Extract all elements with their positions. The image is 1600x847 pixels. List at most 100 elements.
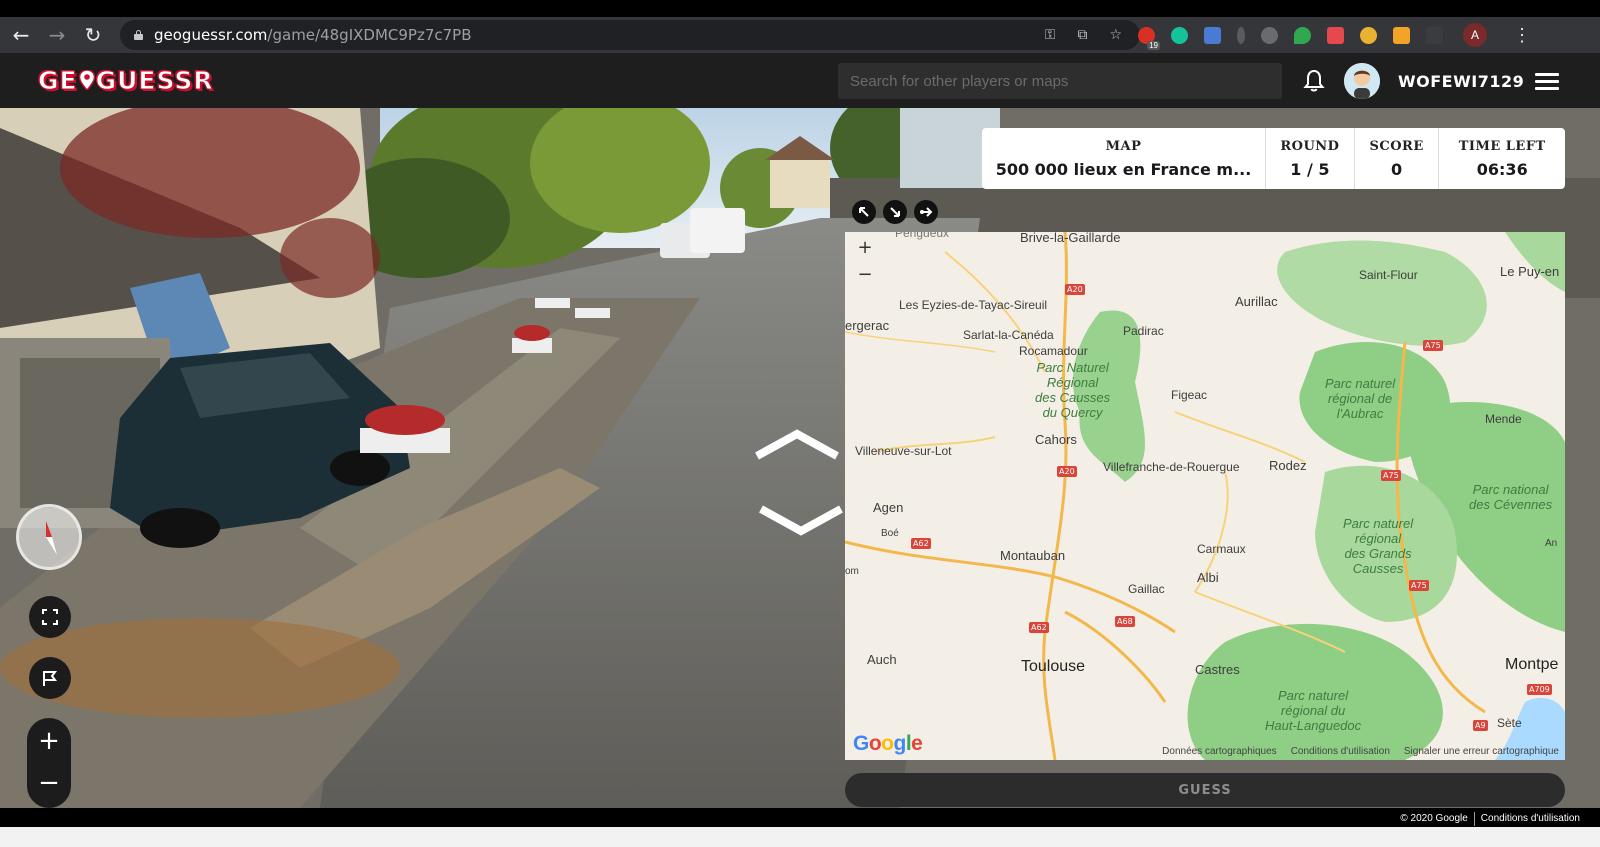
park-label-grands-causses: Parc naturel régional des Grands Causses (1343, 516, 1413, 576)
flag-icon (43, 671, 57, 686)
url-path: /game/48gIXDMC9Pz7c7PB (267, 26, 472, 44)
map-label-villefranche: Villefranche-de-Rouergue (1103, 460, 1240, 474)
bell-icon[interactable] (1303, 69, 1325, 93)
map-label-saint-flour: Saint-Flour (1359, 268, 1418, 282)
map-label-padirac: Padirac (1123, 324, 1164, 338)
zoom-out-button[interactable]: − (27, 768, 71, 798)
extension-pink-icon[interactable] (1327, 26, 1344, 44)
park-line: régional de (1327, 391, 1393, 406)
road-sign-a20: A20 (1057, 466, 1077, 477)
map-report-link[interactable]: Signaler une erreur cartographique (1404, 746, 1559, 757)
map-label-figeac: Figeac (1171, 388, 1208, 402)
park-line: l'Aubrac (1336, 406, 1384, 421)
move-back-arrow[interactable] (756, 503, 846, 537)
fullscreen-icon (42, 609, 58, 625)
logo-pin-icon (78, 70, 95, 90)
map-label-auch: Auch (867, 652, 897, 667)
score-label: SCORE (1369, 138, 1424, 154)
user-avatar[interactable] (1344, 63, 1380, 99)
username[interactable]: WOFEWI7129 (1398, 72, 1524, 91)
park-line: des Causses (1035, 390, 1111, 405)
key-icon[interactable]: ⚿ (1045, 27, 1056, 43)
map-zoom-out-button[interactable]: − (855, 265, 875, 285)
park-line: du Quercy (1042, 405, 1103, 420)
map-zoom-in-button[interactable]: + (855, 238, 875, 258)
geoguessr-logo[interactable]: GE GUESSR (38, 64, 214, 96)
map-label-le-puy: Le Puy-en (1500, 264, 1560, 279)
terms-link[interactable]: Conditions d'utilisation (1473, 812, 1586, 826)
map-label-cahors: Cahors (1035, 432, 1077, 447)
bottom-strip (0, 827, 1600, 847)
extension-yellow-icon[interactable] (1360, 26, 1377, 44)
guess-map[interactable]: + − Périgueux Brive-la-Gaillarde Saint-F… (845, 232, 1565, 760)
extension-gray2-icon[interactable] (1261, 26, 1278, 44)
round-stat: ROUND 1 / 5 (1265, 128, 1354, 189)
map-label-castres: Castres (1195, 662, 1240, 677)
google-letter: g (893, 732, 907, 755)
extensions-row: 19 A ⋮ (1138, 20, 1531, 50)
zoom-in-button[interactable]: + (27, 726, 71, 756)
translate-icon[interactable]: ⧉ (1077, 27, 1087, 43)
google-letter: e (911, 732, 923, 755)
google-letter: o (868, 732, 882, 755)
map-label-aurillac: Aurillac (1235, 294, 1278, 309)
arrow-up-left-icon (859, 207, 869, 217)
map-label-albi: Albi (1197, 570, 1219, 585)
map-value: 500 000 lieux en France m... (995, 159, 1252, 179)
compass-needle-icon (46, 521, 57, 555)
park-line: Parc national (1472, 482, 1549, 497)
search-input[interactable] (838, 63, 1282, 99)
extension-green-icon[interactable] (1294, 26, 1311, 44)
extension-dark-icon[interactable] (1426, 26, 1443, 44)
park-line: Parc naturel (1278, 688, 1349, 703)
time-value: 06:36 (1476, 159, 1528, 179)
grammarly-icon[interactable] (1171, 26, 1188, 44)
map-shrink-button[interactable] (883, 200, 907, 224)
extension-red-icon[interactable]: 19 (1138, 26, 1160, 50)
map-enlarge-button[interactable] (852, 200, 876, 224)
hamburger-menu-icon[interactable] (1535, 73, 1559, 91)
compass[interactable] (16, 504, 82, 570)
map-label-carmaux: Carmaux (1197, 542, 1246, 556)
map-label-rocamadour: Rocamadour (1019, 344, 1088, 358)
road-sign-a75: A75 (1423, 340, 1443, 351)
thumbs-up-icon[interactable] (1393, 26, 1410, 44)
back-icon[interactable]: ← (6, 20, 36, 50)
map-label-om: om (845, 566, 859, 577)
google-letter: G (853, 732, 869, 755)
address-bar[interactable]: geoguessr.com/game/48gIXDMC9Pz7c7PB ⚿ ⧉ … (120, 20, 1140, 50)
map-pin-button[interactable] (914, 200, 938, 224)
guess-button[interactable]: GUESS (845, 773, 1565, 807)
park-label-cevennes: Parc national des Cévennes (1469, 482, 1552, 512)
map-label-villeneuve: Villeneuve-sur-Lot (855, 444, 952, 458)
map-terms-link[interactable]: Conditions d'utilisation (1291, 746, 1390, 757)
map-label-sete: Sète (1497, 716, 1522, 730)
google-logo: Google (853, 732, 923, 756)
time-label: TIME LEFT (1458, 138, 1546, 154)
fullscreen-button[interactable] (29, 596, 71, 638)
park-line: Haut-Languedoc (1265, 718, 1362, 733)
reload-icon[interactable]: ↻ (78, 20, 108, 50)
top-black-strip (0, 0, 1600, 17)
menu-kebab-icon[interactable]: ⋮ (1513, 25, 1531, 46)
map-data-link[interactable]: Données cartographiques (1162, 746, 1277, 757)
google-footer: © 2020 Google Conditions d'utilisation (1394, 812, 1586, 826)
time-stat: TIME LEFT 06:36 (1438, 128, 1565, 189)
map-attribution: Données cartographiques Conditions d'uti… (1162, 746, 1559, 757)
url-host: geoguessr.com (154, 26, 268, 44)
park-line: Parc Naturel (1036, 360, 1109, 375)
translate-extension-icon[interactable] (1204, 26, 1221, 44)
profile-avatar[interactable]: A (1463, 23, 1487, 47)
park-line: Parc naturel (1325, 376, 1396, 391)
site-header: GE GUESSR WOFEWI7129 (0, 53, 1600, 108)
road-sign-a709: A709 (1527, 684, 1552, 695)
star-icon[interactable]: ☆ (1109, 27, 1122, 43)
map-label-rodez: Rodez (1269, 458, 1307, 473)
zoom-controls: + − (27, 718, 71, 808)
return-to-start-button[interactable] (29, 657, 71, 699)
move-forward-arrow[interactable] (752, 428, 842, 462)
forward-icon[interactable]: → (42, 20, 72, 50)
extension-gray-icon[interactable] (1237, 26, 1245, 44)
url-text: geoguessr.com/game/48gIXDMC9Pz7c7PB (154, 26, 472, 44)
road-sign-a9: A9 (1473, 720, 1488, 731)
